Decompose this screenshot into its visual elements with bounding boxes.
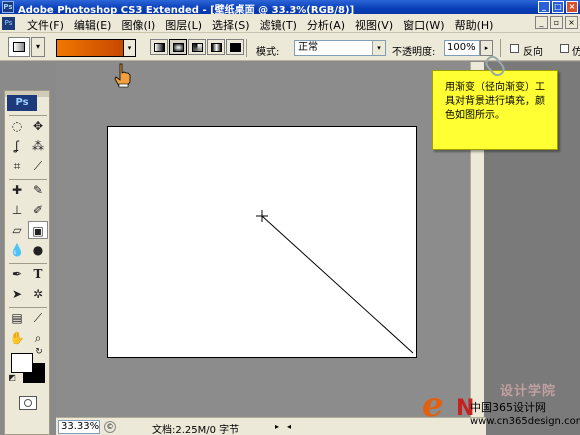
pen-tool-icon[interactable]: ✒ bbox=[7, 265, 27, 283]
divider bbox=[9, 307, 47, 308]
reverse-label: 反向 bbox=[523, 47, 543, 58]
watermark-url: www.cn365design.com bbox=[470, 416, 580, 427]
zoom-level-input[interactable]: 33.33% bbox=[58, 420, 100, 434]
default-colors-icon[interactable]: ◩ bbox=[7, 373, 17, 383]
blur-tool-icon[interactable]: 💧 bbox=[7, 241, 27, 259]
divider bbox=[500, 39, 501, 57]
instruction-callout: 用渐变（径向渐变）工具对背景进行填充，颜色如图所示。 bbox=[432, 70, 558, 150]
divider bbox=[246, 39, 247, 57]
quick-mask-button[interactable] bbox=[19, 396, 37, 410]
reverse-checkbox[interactable] bbox=[510, 44, 519, 53]
gradient-preview[interactable] bbox=[57, 40, 123, 56]
reflected-gradient-button[interactable] bbox=[207, 39, 225, 55]
status-info-icon[interactable]: © bbox=[104, 421, 116, 433]
foreground-color-swatch[interactable] bbox=[11, 353, 33, 373]
eyedropper-tool-icon[interactable]: ⟋ bbox=[28, 157, 48, 175]
tool-preset-dropdown[interactable]: ▾ bbox=[31, 37, 45, 57]
gradient-picker[interactable]: ▾ bbox=[56, 39, 136, 57]
status-menu-arrow-icon[interactable]: ▸ bbox=[272, 421, 282, 433]
linear-gradient-button[interactable] bbox=[150, 39, 168, 55]
menu-item[interactable]: 编辑(E) bbox=[69, 17, 117, 33]
menu-item[interactable]: 选择(S) bbox=[207, 17, 255, 33]
close-button[interactable]: × bbox=[566, 1, 578, 13]
gradient-tool-icon[interactable]: ▣ bbox=[28, 221, 48, 239]
divider bbox=[9, 179, 47, 180]
eraser-tool-icon[interactable]: ▱ bbox=[7, 221, 27, 239]
mode-value: 正常 bbox=[298, 42, 318, 53]
menu-item[interactable]: 窗口(W) bbox=[398, 17, 449, 33]
tool-preset-picker[interactable] bbox=[8, 37, 30, 57]
scroll-left-arrow-icon[interactable]: ◂ bbox=[284, 421, 294, 433]
menu-item[interactable]: 滤镜(T) bbox=[255, 17, 302, 33]
crop-tool-icon[interactable]: ⌗ bbox=[7, 157, 27, 175]
doc-close-button[interactable]: × bbox=[565, 16, 578, 29]
menu-item[interactable]: 分析(A) bbox=[302, 17, 350, 33]
brush-tool-icon[interactable]: ✎ bbox=[28, 181, 48, 199]
divider bbox=[9, 115, 47, 116]
dodge-tool-icon[interactable]: ● bbox=[28, 241, 48, 259]
opacity-slider-arrow-icon[interactable]: ▸ bbox=[480, 40, 493, 56]
photoshop-app-icon: Ps bbox=[2, 1, 14, 13]
dither-checkbox[interactable] bbox=[560, 44, 569, 53]
quick-mask-icon bbox=[24, 399, 32, 407]
custom-shape-tool-icon[interactable]: ✲ bbox=[28, 285, 48, 303]
doc-restore-button[interactable]: ▫ bbox=[550, 16, 563, 29]
menu-item[interactable]: 文件(F) bbox=[22, 17, 69, 33]
menu-item[interactable]: 视图(V) bbox=[350, 17, 398, 33]
menu-item[interactable]: 图层(L) bbox=[160, 17, 207, 33]
move-tool-icon[interactable]: ✥ bbox=[28, 117, 48, 135]
opacity-input[interactable]: 100% bbox=[444, 40, 480, 56]
lasso-tool-icon[interactable]: ʆ bbox=[7, 137, 27, 155]
marquee-tool-icon[interactable]: ◌ bbox=[7, 117, 27, 135]
document-info: 文档:2.25M/0 字节 bbox=[152, 425, 240, 435]
swap-colors-icon[interactable]: ↻ bbox=[33, 347, 45, 357]
mode-label: 模式: bbox=[256, 47, 280, 58]
hand-pointer-icon bbox=[114, 63, 131, 88]
notes-tool-icon[interactable]: ▤ bbox=[7, 309, 27, 327]
angle-gradient-button[interactable] bbox=[188, 39, 206, 55]
menu-bar: Ps 文件(F) 编辑(E) 图像(I) 图层(L) 选择(S) 滤镜(T) 分析(A) 视图… bbox=[0, 14, 580, 33]
opacity-label: 不透明度: bbox=[392, 47, 436, 58]
mode-dropdown-icon[interactable]: ▾ bbox=[372, 41, 385, 55]
hand-tool-icon[interactable]: ✋ bbox=[7, 329, 27, 347]
radial-gradient-button[interactable] bbox=[169, 39, 187, 55]
minimize-button[interactable]: _ bbox=[538, 1, 550, 13]
healing-brush-tool-icon[interactable]: ✚ bbox=[7, 181, 27, 199]
type-tool-icon[interactable]: T bbox=[28, 265, 48, 283]
dither-label: 仿 bbox=[572, 47, 580, 58]
gradient-drag-line bbox=[256, 210, 414, 354]
maximize-button[interactable]: □ bbox=[552, 1, 564, 13]
document-control-icon[interactable]: Ps bbox=[2, 17, 15, 30]
clone-stamp-tool-icon[interactable]: ⊥ bbox=[7, 201, 27, 219]
magic-wand-tool-icon[interactable]: ⁂ bbox=[28, 137, 48, 155]
eyedropper-sampler-icon[interactable]: ⟋ bbox=[28, 309, 48, 327]
menu-item[interactable]: 帮助(H) bbox=[450, 17, 499, 33]
photoshop-logo: Ps bbox=[7, 95, 37, 111]
document-canvas[interactable] bbox=[107, 126, 417, 358]
mode-select[interactable]: 正常 ▾ bbox=[294, 40, 386, 56]
path-selection-tool-icon[interactable]: ➤ bbox=[7, 285, 27, 303]
window-titlebar: Ps Adobe Photoshop CS3 Extended - [壁纸桌面 … bbox=[0, 0, 580, 16]
doc-minimize-button[interactable]: _ bbox=[535, 16, 548, 29]
history-brush-tool-icon[interactable]: ✐ bbox=[28, 201, 48, 219]
watermark-site-name: 中国365设计网 bbox=[470, 401, 546, 414]
zoom-tool-icon[interactable]: ⌕ bbox=[28, 329, 48, 347]
watermark-background-text: 设计学院 bbox=[500, 384, 557, 399]
watermark-logo-e: e bbox=[422, 385, 444, 425]
gradient-tool-icon bbox=[13, 42, 25, 52]
divider bbox=[9, 263, 47, 264]
diamond-gradient-button[interactable] bbox=[226, 39, 244, 55]
callout-text: 用渐变（径向渐变）工具对背景进行填充，颜色如图所示。 bbox=[445, 82, 545, 121]
menu-item[interactable]: 图像(I) bbox=[116, 17, 160, 33]
toolbox-panel: Ps ◌ ✥ ʆ ⁂ ⌗ ⟋ ✚ ✎ ⊥ ✐ ▱ ▣ 💧 ● ✒ T ➤ ✲ ▤… bbox=[4, 90, 50, 435]
gradient-dropdown-icon[interactable]: ▾ bbox=[123, 40, 135, 56]
